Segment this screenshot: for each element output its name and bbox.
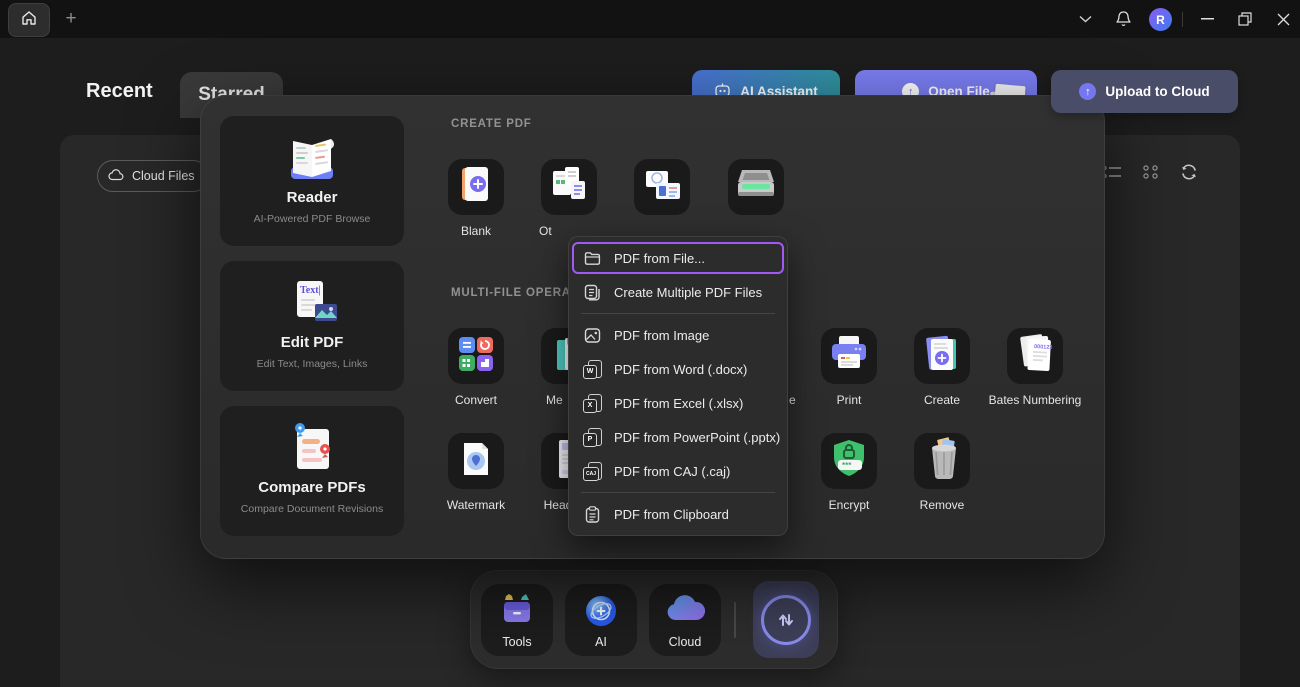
sync-icon	[761, 595, 811, 645]
dock-tools[interactable]: Tools	[481, 584, 553, 656]
cloud-files-chip[interactable]: Cloud Files	[97, 160, 209, 192]
create-pdf-tile[interactable]	[914, 328, 970, 384]
clipboard-icon	[583, 505, 602, 524]
scanner-icon	[732, 164, 780, 211]
upload-to-cloud-button[interactable]: ↑ Upload to Cloud	[1051, 70, 1238, 113]
bottom-dock: Tools AI Cloud	[470, 570, 838, 669]
menu-divider	[581, 492, 775, 493]
other-files-icon	[547, 163, 591, 212]
cloud-dock-icon	[649, 593, 721, 625]
word-file-icon: W	[583, 360, 602, 379]
tools-icon	[481, 593, 553, 627]
compare-pdfs-icon	[220, 419, 404, 477]
edit-pdf-icon: Text|	[220, 274, 404, 332]
dock-sync-tile[interactable]	[753, 581, 819, 658]
menu-divider	[581, 313, 775, 314]
create-pdf-heading: CREATE PDF	[451, 118, 532, 130]
refresh-icon[interactable]	[1179, 163, 1199, 186]
menu-item-pdf-from-excel[interactable]: X PDF from Excel (.xlsx)	[569, 386, 787, 420]
reader-card[interactable]: Reader AI-Powered PDF Browse	[220, 116, 404, 246]
edit-pdf-card[interactable]: Text| Edit PDF Edit Text, Images, Links	[220, 261, 404, 391]
menu-item-pdf-from-word[interactable]: W PDF from Word (.docx)	[569, 352, 787, 386]
upload-icon: ↑	[1079, 83, 1096, 100]
menu-item-pdf-from-clipboard[interactable]: PDF from Clipboard	[569, 497, 787, 531]
home-icon	[20, 9, 38, 32]
compare-pdfs-card[interactable]: Compare PDFs Compare Document Revisions	[220, 406, 404, 536]
create-pdf-context-menu: PDF from File... Create Multiple PDF Fil…	[568, 236, 788, 536]
watermark-tile[interactable]	[448, 433, 504, 489]
app-window: + R Recent Starred Cloud Files	[0, 0, 1300, 687]
convert-tile[interactable]	[448, 328, 504, 384]
create-blank-label: Blank	[421, 224, 531, 238]
dock-divider	[734, 602, 736, 638]
multi-file-heading: MULTI-FILE OPERAT	[451, 287, 578, 299]
bates-numbering-tile[interactable]: 000123	[1007, 328, 1063, 384]
excel-file-icon: X	[583, 394, 602, 413]
convert-icon	[457, 335, 495, 378]
encrypt-tile[interactable]: ***	[821, 433, 877, 489]
id-card-icon	[640, 165, 684, 210]
remove-label: Remove	[887, 498, 997, 512]
menu-item-pdf-from-powerpoint[interactable]: P PDF from PowerPoint (.pptx)	[569, 420, 787, 454]
list-view-icon[interactable]	[1102, 164, 1122, 185]
create-blank-tile[interactable]	[448, 159, 504, 215]
home-tab[interactable]	[8, 3, 50, 37]
convert-label: Convert	[421, 393, 531, 407]
create-other-label: Ot	[539, 224, 569, 238]
chevron-down-icon[interactable]	[1070, 0, 1100, 38]
print-icon	[827, 332, 871, 381]
bates-numbering-icon: 000123	[1012, 331, 1058, 382]
svg-text:***: ***	[842, 461, 852, 470]
dock-cloud[interactable]: Cloud	[649, 584, 721, 656]
blank-pdf-icon	[456, 164, 496, 211]
caj-file-icon: CAJ	[583, 462, 602, 481]
image-icon	[583, 326, 602, 345]
close-button[interactable]	[1268, 0, 1298, 38]
dock-ai[interactable]: AI	[565, 584, 637, 656]
tab-recent[interactable]: Recent	[86, 80, 153, 103]
titlebar-divider	[1182, 12, 1183, 27]
folder-icon	[583, 249, 602, 268]
cloud-icon	[108, 169, 125, 184]
grid-view-icon[interactable]	[1141, 163, 1160, 186]
menu-item-pdf-from-caj[interactable]: CAJ PDF from CAJ (.caj)	[569, 454, 787, 488]
powerpoint-file-icon: P	[583, 428, 602, 447]
print-tile[interactable]	[821, 328, 877, 384]
svg-text:000123: 000123	[1034, 344, 1053, 351]
svg-text:Text|: Text|	[300, 285, 321, 296]
remove-tile[interactable]	[914, 433, 970, 489]
watermark-icon	[456, 437, 496, 486]
avatar[interactable]: R	[1149, 8, 1172, 31]
encrypt-shield-icon: ***	[826, 436, 872, 487]
notifications-bell-icon[interactable]	[1108, 0, 1138, 38]
minimize-button[interactable]	[1192, 0, 1222, 38]
create-other-tile[interactable]	[541, 159, 597, 215]
menu-item-pdf-from-image[interactable]: PDF from Image	[569, 318, 787, 352]
create-scanner-tile[interactable]	[728, 159, 784, 215]
multiple-files-icon	[583, 283, 602, 302]
menu-item-pdf-from-file[interactable]: PDF from File...	[572, 242, 784, 274]
ai-icon	[565, 593, 637, 629]
titlebar: + R	[0, 0, 1300, 38]
new-tab-button[interactable]: +	[60, 8, 82, 30]
remove-trash-icon	[921, 436, 963, 487]
reader-book-icon	[220, 129, 404, 187]
menu-item-create-multiple[interactable]: Create Multiple PDF Files	[569, 275, 787, 309]
create-idcard-tile[interactable]	[634, 159, 690, 215]
restore-button[interactable]	[1230, 0, 1260, 38]
bates-numbering-label: Bates Numbering	[980, 393, 1090, 407]
create-folder-icon	[920, 332, 964, 381]
